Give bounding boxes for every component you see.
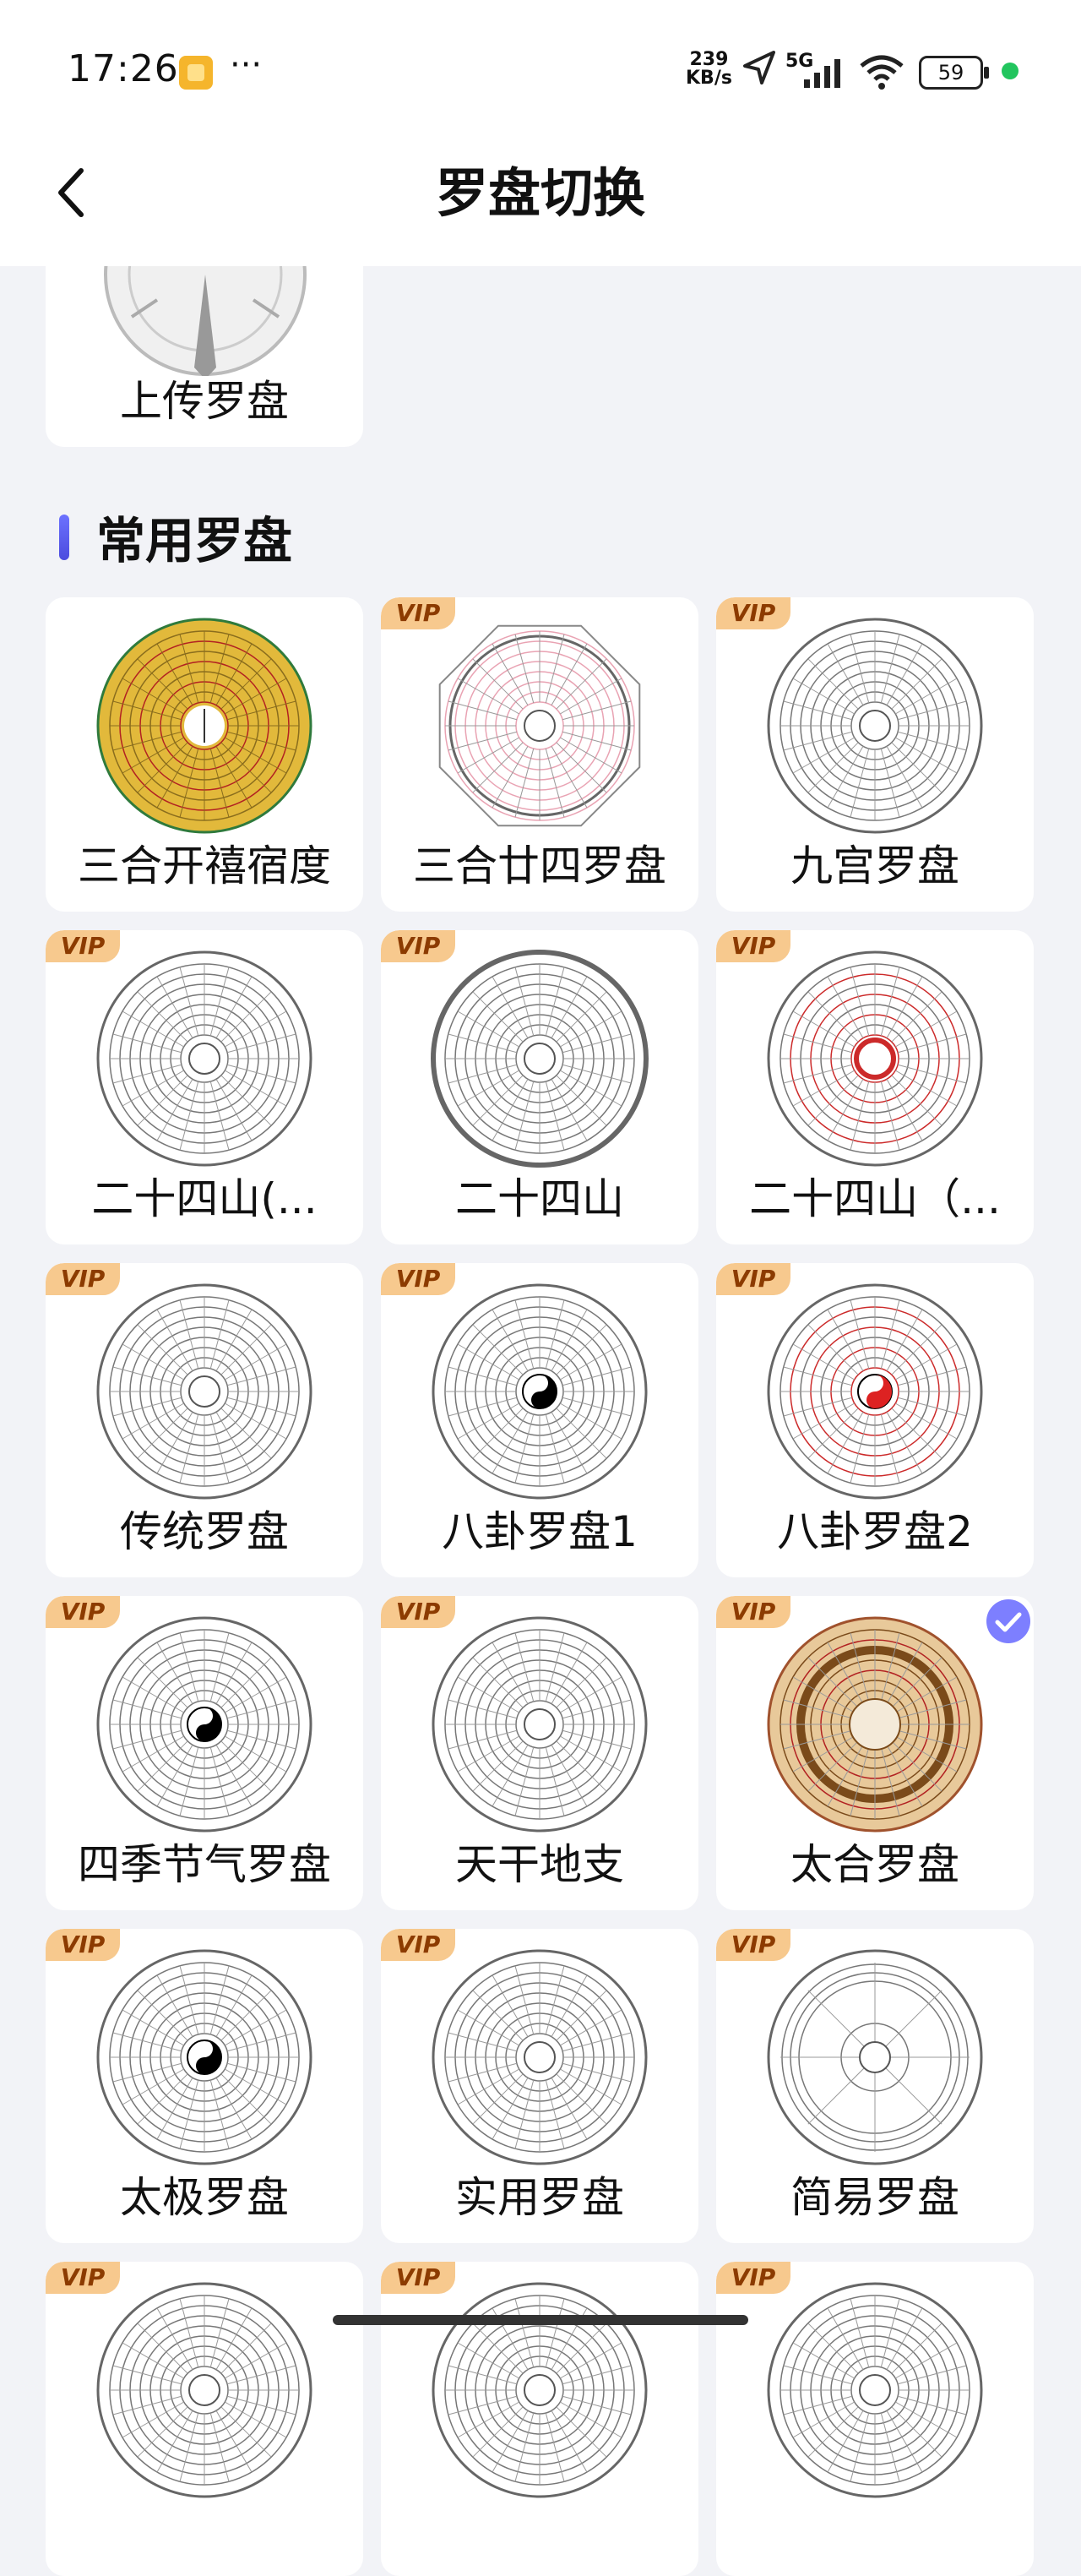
compass-card[interactable]: VIP 二十四山 bbox=[381, 930, 698, 1244]
compass-thumbnail bbox=[767, 1283, 983, 1500]
battery-indicator: 59 bbox=[919, 56, 989, 90]
compass-thumbnail bbox=[432, 2282, 648, 2498]
compass-thumbnail bbox=[432, 1949, 648, 2165]
vip-badge: VIP bbox=[716, 1263, 790, 1295]
selected-check-icon bbox=[986, 1599, 1030, 1643]
vip-badge: VIP bbox=[46, 1596, 120, 1628]
compass-card[interactable]: VIP 传统罗盘 bbox=[46, 1263, 363, 1577]
compass-label: 四季节气罗盘 bbox=[78, 1840, 331, 1889]
vip-badge: VIP bbox=[46, 1929, 120, 1961]
compass-thumbnail bbox=[96, 1616, 312, 1833]
more-notifications-icon: ··· bbox=[230, 46, 263, 84]
vip-badge: VIP bbox=[46, 1263, 120, 1295]
vip-badge: VIP bbox=[716, 930, 790, 962]
compass-label: 实用罗盘 bbox=[455, 2173, 624, 2222]
compass-card[interactable]: VIP bbox=[716, 2262, 1034, 2576]
upload-compass-preview-icon bbox=[104, 266, 307, 376]
compass-label: 传统罗盘 bbox=[120, 1507, 289, 1556]
compass-card[interactable]: VIP 八卦罗盘1 bbox=[381, 1263, 698, 1577]
compass-thumbnail bbox=[96, 950, 312, 1167]
compass-label: 三合开禧宿度 bbox=[78, 841, 331, 890]
compass-label: 八卦罗盘2 bbox=[777, 1507, 973, 1556]
vip-badge: VIP bbox=[381, 930, 455, 962]
privacy-dot bbox=[1002, 63, 1019, 79]
section-accent-bar bbox=[59, 515, 69, 560]
compass-card[interactable]: VIP bbox=[381, 2262, 698, 2576]
compass-thumbnail bbox=[96, 2282, 312, 2498]
compass-label: 二十四山(... bbox=[91, 1174, 318, 1223]
compass-label: 简易罗盘 bbox=[790, 2173, 959, 2222]
signal-icon bbox=[804, 59, 840, 88]
vip-badge: VIP bbox=[381, 2262, 455, 2294]
compass-list[interactable]: 上传罗盘 常用罗盘 三合开禧宿度 VIP 三合廿四罗盘 VIP 九宫罗盘 VIP 二十四山(… bbox=[0, 266, 1081, 2576]
upload-compass-label: 上传罗盘 bbox=[120, 377, 289, 426]
compass-label: 八卦罗盘1 bbox=[442, 1507, 638, 1556]
compass-card[interactable]: VIP 太合罗盘 bbox=[716, 1596, 1034, 1910]
compass-thumbnail bbox=[767, 1616, 983, 1833]
compass-label: 天干地支 bbox=[455, 1840, 624, 1889]
location-icon bbox=[743, 51, 775, 84]
compass-label: 九宫罗盘 bbox=[790, 841, 959, 890]
compass-thumbnail bbox=[96, 1949, 312, 2165]
compass-thumbnail bbox=[767, 618, 983, 834]
compass-card[interactable]: VIP 简易罗盘 bbox=[716, 1929, 1034, 2243]
nav-bar: 罗盘切换 bbox=[0, 144, 1081, 266]
vip-badge: VIP bbox=[716, 1596, 790, 1628]
compass-card[interactable]: VIP 三合廿四罗盘 bbox=[381, 597, 698, 912]
vip-badge: VIP bbox=[46, 2262, 120, 2294]
vip-badge: VIP bbox=[381, 1929, 455, 1961]
compass-card[interactable]: VIP 二十四山(... bbox=[46, 930, 363, 1244]
home-indicator bbox=[333, 2315, 748, 2325]
vip-badge: VIP bbox=[381, 1263, 455, 1295]
vip-badge: VIP bbox=[716, 597, 790, 629]
compass-label: 三合廿四罗盘 bbox=[413, 841, 666, 890]
status-bar: 17:26 ··· 239 KB/s 5G 59 bbox=[0, 0, 1081, 144]
compass-label: 太合罗盘 bbox=[790, 1840, 959, 1889]
compass-thumbnail bbox=[767, 1949, 983, 2165]
vip-badge: VIP bbox=[716, 2262, 790, 2294]
compass-thumbnail bbox=[96, 1283, 312, 1500]
network-speed: 239 KB/s bbox=[686, 49, 732, 89]
compass-thumbnail bbox=[767, 2282, 983, 2498]
compass-card[interactable]: VIP 四季节气罗盘 bbox=[46, 1596, 363, 1910]
page-title: 罗盘切换 bbox=[435, 162, 645, 224]
upload-compass-card[interactable]: 上传罗盘 bbox=[46, 266, 363, 447]
compass-thumbnail bbox=[767, 950, 983, 1167]
app-notification-icon bbox=[179, 56, 213, 90]
status-time: 17:26 bbox=[68, 47, 179, 90]
compass-label: 二十四山 bbox=[455, 1174, 624, 1223]
compass-card[interactable]: VIP 二十四山（... bbox=[716, 930, 1034, 1244]
compass-label: 二十四山（... bbox=[749, 1174, 1001, 1223]
compass-thumbnail bbox=[96, 618, 312, 834]
compass-thumbnail bbox=[432, 1283, 648, 1500]
compass-card[interactable]: VIP bbox=[46, 2262, 363, 2576]
compass-card[interactable]: VIP 八卦罗盘2 bbox=[716, 1263, 1034, 1577]
compass-thumbnail bbox=[431, 950, 649, 1168]
vip-badge: VIP bbox=[381, 1596, 455, 1628]
compass-card[interactable]: VIP 九宫罗盘 bbox=[716, 597, 1034, 912]
compass-card[interactable]: VIP 太极罗盘 bbox=[46, 1929, 363, 2243]
section-title: 常用罗盘 bbox=[96, 512, 293, 569]
compass-card[interactable]: VIP 实用罗盘 bbox=[381, 1929, 698, 2243]
compass-label: 太极罗盘 bbox=[120, 2173, 289, 2222]
vip-badge: VIP bbox=[716, 1929, 790, 1961]
vip-badge: VIP bbox=[46, 930, 120, 962]
vip-badge: VIP bbox=[381, 597, 455, 629]
compass-thumbnail bbox=[438, 624, 641, 827]
wifi-icon bbox=[860, 55, 904, 90]
compass-card[interactable]: VIP 天干地支 bbox=[381, 1596, 698, 1910]
compass-thumbnail bbox=[432, 1616, 648, 1833]
compass-card[interactable]: 三合开禧宿度 bbox=[46, 597, 363, 912]
